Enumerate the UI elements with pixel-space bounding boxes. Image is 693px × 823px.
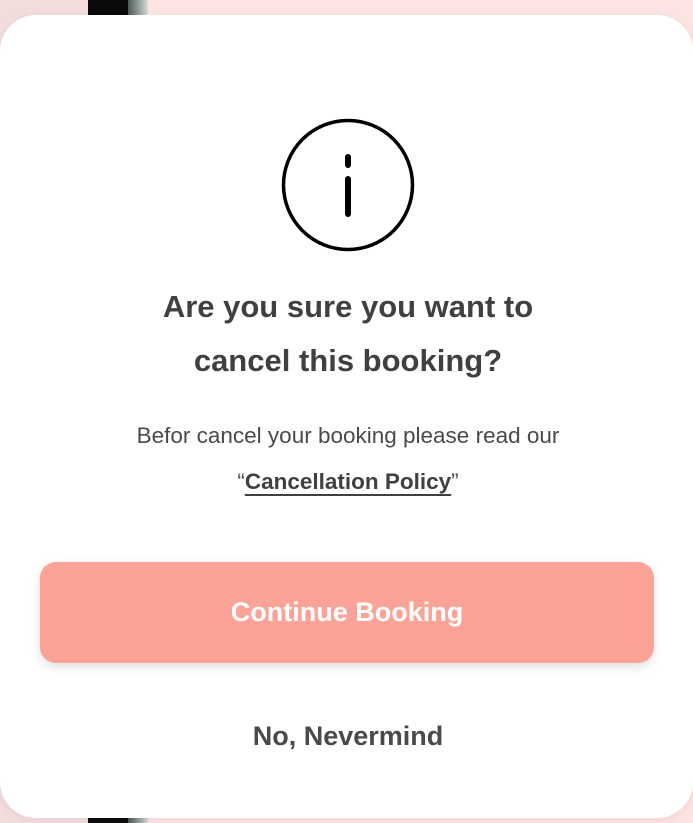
nevermind-button[interactable]: No, Nevermind xyxy=(196,708,500,764)
cancel-booking-dialog: Are you sure you want to cancel this boo… xyxy=(0,15,693,818)
continue-booking-button[interactable]: Continue Booking xyxy=(40,562,654,663)
policy-open-quote: “ xyxy=(237,469,245,494)
policy-close-quote: ” xyxy=(451,469,459,494)
dialog-title-line-2: cancel this booking? xyxy=(193,343,503,378)
policy-line: “Cancellation Policy” xyxy=(60,466,636,498)
dialog-title-line-1: Are you sure you want to xyxy=(162,289,534,324)
dialog-body-text: Befor cancel your booking please read ou… xyxy=(136,423,560,448)
cancellation-policy-link[interactable]: Cancellation Policy xyxy=(245,469,451,494)
dialog-title: Are you sure you want to cancel this boo… xyxy=(80,280,616,388)
info-icon xyxy=(281,118,415,252)
